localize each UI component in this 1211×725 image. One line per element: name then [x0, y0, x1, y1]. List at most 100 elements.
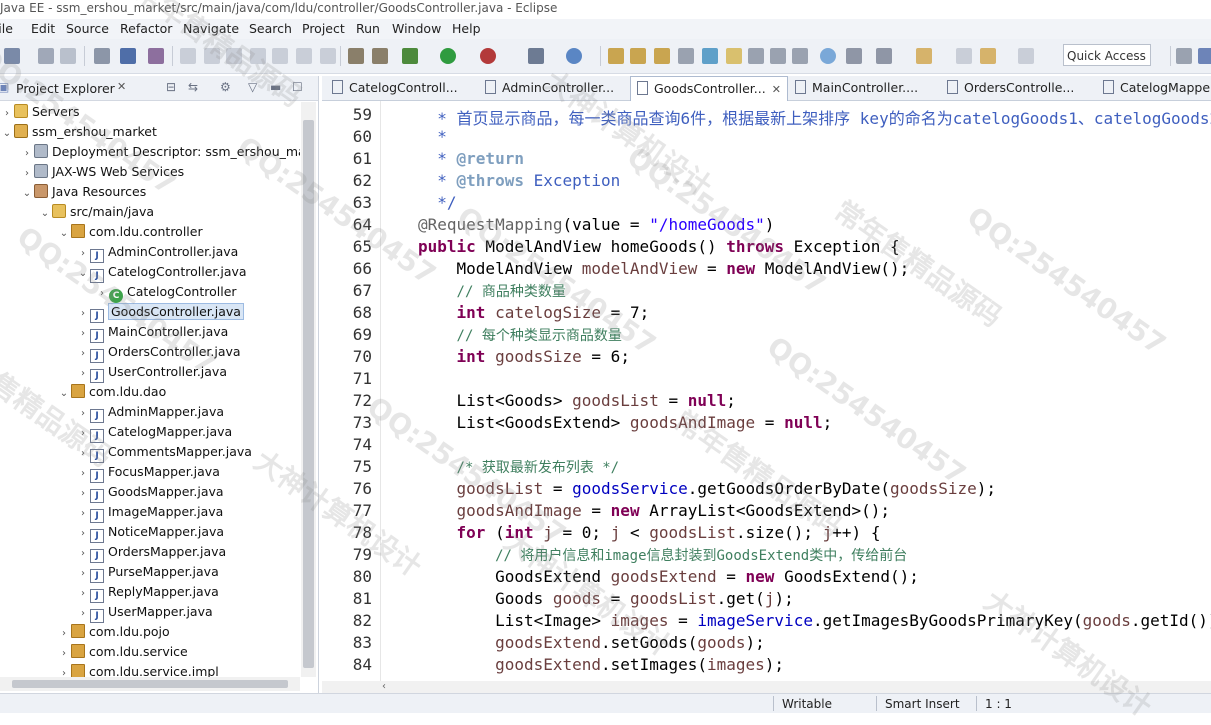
code-line[interactable]: * @throws Exception: [418, 171, 620, 190]
chevron-right-icon[interactable]: ›: [76, 244, 90, 264]
chevron-right-icon[interactable]: ›: [57, 644, 71, 664]
menu-source[interactable]: Source: [66, 21, 109, 36]
drop-to-frame-icon[interactable]: [372, 48, 388, 64]
step-into-icon[interactable]: [272, 48, 288, 64]
forward-icon[interactable]: [1018, 48, 1034, 64]
save-icon[interactable]: [38, 48, 54, 64]
chevron-right-icon[interactable]: ›: [0, 104, 14, 124]
chevron-down-icon[interactable]: ⌄: [0, 124, 14, 144]
tree-item-imagemapper[interactable]: › J ImageMapper.java: [76, 502, 223, 524]
tree-item-catelogmapper[interactable]: › J CatelogMapper.java: [76, 422, 232, 444]
tab-maincontroller[interactable]: MainController....: [789, 76, 941, 100]
tree-item-goodsmapper[interactable]: › J GoodsMapper.java: [76, 482, 224, 504]
code-line[interactable]: goodsAndImage = new ArrayList<GoodsExten…: [418, 501, 891, 520]
menu-window[interactable]: Window: [392, 21, 441, 36]
code-line[interactable]: goodsExtend.setGoods(goods);: [418, 633, 765, 652]
tree-item-project[interactable]: ⌄ ssm_ershou_market: [0, 122, 157, 142]
code-line[interactable]: ModelAndView modelAndView = new ModelAnd…: [418, 259, 910, 278]
tree-item-noticemapper[interactable]: › J NoticeMapper.java: [76, 522, 224, 544]
code-text-area[interactable]: 59 60 61 62 63 64 65 66 67 68 69 70 71 7…: [322, 101, 1211, 681]
chevron-right-icon[interactable]: ›: [76, 344, 90, 364]
tree-item-replymapper[interactable]: › J ReplyMapper.java: [76, 582, 219, 604]
close-icon[interactable]: ✕: [117, 80, 126, 93]
menu-file[interactable]: File: [0, 21, 13, 36]
chevron-down-icon[interactable]: ⌄: [57, 384, 71, 404]
chevron-right-icon[interactable]: ›: [76, 484, 90, 504]
block-selection-icon[interactable]: [726, 48, 742, 64]
use-step-filters-icon[interactable]: [348, 48, 364, 64]
chevron-down-icon[interactable]: ⌄: [57, 224, 71, 244]
close-tab-icon[interactable]: ✕: [772, 83, 781, 96]
code-line[interactable]: Goods goods = goodsList.get(j);: [418, 589, 794, 608]
run-icon[interactable]: [440, 48, 456, 64]
tree-item-package-service-impl[interactable]: › com.ldu.service.impl: [57, 662, 219, 677]
chevron-right-icon[interactable]: ›: [20, 164, 34, 184]
menu-project[interactable]: Project: [302, 21, 345, 36]
back-history-icon[interactable]: [980, 48, 996, 64]
last-edit-icon[interactable]: [916, 48, 932, 64]
chevron-right-icon[interactable]: ›: [76, 424, 90, 444]
chevron-down-icon[interactable]: ⌄: [20, 184, 34, 204]
menu-navigate[interactable]: Navigate: [183, 21, 239, 36]
next-annotation-icon[interactable]: [846, 48, 862, 64]
tree-item-java-resources[interactable]: ⌄ Java Resources: [20, 182, 146, 202]
back-icon[interactable]: [956, 48, 972, 64]
code-line[interactable]: GoodsExtend goodsExtend = new GoodsExten…: [418, 567, 919, 586]
code-line[interactable]: @RequestMapping(value = "/homeGoods"): [418, 215, 774, 234]
view-menu-icon[interactable]: ▽: [248, 80, 257, 94]
tree-item-commentsmapper[interactable]: › J CommentsMapper.java: [76, 442, 252, 463]
chevron-right-icon[interactable]: ›: [76, 544, 90, 564]
scroll-left-icon[interactable]: ‹: [382, 681, 386, 692]
search-icon[interactable]: [654, 48, 670, 64]
code-line[interactable]: * @return: [418, 149, 524, 168]
java-ee-perspective-icon[interactable]: [1198, 48, 1211, 64]
link-with-editor-icon[interactable]: ⇆: [188, 80, 198, 94]
word-wrap-icon[interactable]: [770, 48, 786, 64]
tree-item-package-service[interactable]: › com.ldu.service: [57, 642, 188, 662]
terminal-icon[interactable]: [120, 48, 136, 64]
chevron-right-icon[interactable]: ›: [57, 624, 71, 644]
chevron-right-icon[interactable]: ›: [76, 504, 90, 524]
show-whitespace-icon[interactable]: [748, 48, 764, 64]
step-over-icon[interactable]: [296, 48, 312, 64]
tree-item-admincontroller[interactable]: › J AdminController.java: [76, 242, 238, 264]
chevron-right-icon[interactable]: ›: [20, 144, 34, 164]
step-return-icon[interactable]: [320, 48, 336, 64]
code-line[interactable]: int catelogSize = 7;: [418, 303, 650, 322]
collapse-all-icon[interactable]: ⊟: [166, 80, 176, 94]
skip-breakpoints-icon[interactable]: [148, 48, 164, 64]
open-type-icon[interactable]: [608, 48, 624, 64]
code-line[interactable]: goodsExtend.setImages(images);: [418, 655, 784, 674]
external-tools-icon[interactable]: [480, 48, 496, 64]
chevron-right-icon[interactable]: ›: [76, 604, 90, 624]
tree-horizontal-scroll-thumb[interactable]: [12, 680, 288, 688]
code-line[interactable]: goodsList = goodsService.getGoodsOrderBy…: [418, 479, 996, 498]
maximize-icon[interactable]: ☐: [292, 80, 303, 94]
tree-item-maincontroller[interactable]: › J MainController.java: [76, 322, 228, 343]
chevron-down-icon[interactable]: ⌄: [38, 204, 52, 224]
tree-item-usercontroller[interactable]: › J UserController.java: [76, 362, 227, 383]
code-line[interactable]: // 将用户信息和image信息封装到GoodsExtend类中，传给前台: [418, 545, 907, 565]
minimize-icon[interactable]: ▬: [270, 80, 281, 94]
chevron-right-icon[interactable]: ›: [76, 404, 90, 424]
tree-item-goodscontroller[interactable]: › J GoodsController.java: [76, 302, 244, 323]
new-java-project-icon[interactable]: [528, 48, 544, 64]
chevron-right-icon[interactable]: ›: [76, 564, 90, 584]
chevron-right-icon[interactable]: ›: [76, 524, 90, 544]
tree-item-adminmapper[interactable]: › J AdminMapper.java: [76, 402, 224, 424]
new-class-icon[interactable]: [566, 48, 582, 64]
code-line[interactable]: */: [418, 193, 456, 212]
save-all-icon[interactable]: [60, 48, 76, 64]
code-line[interactable]: public ModelAndView homeGoods() throws E…: [418, 237, 900, 256]
code-line[interactable]: List<Image> images = imageService.getIma…: [418, 611, 1211, 630]
tab-catelogcontroller[interactable]: CatelogControll...: [326, 76, 476, 100]
chevron-right-icon[interactable]: ›: [57, 664, 71, 677]
open-task-icon[interactable]: [630, 48, 646, 64]
prev-annotation-icon[interactable]: [876, 48, 892, 64]
code-line[interactable]: // 商品种类数量: [418, 281, 566, 301]
tree-item-servers[interactable]: › Servers: [0, 102, 80, 122]
tree-item-usermapper[interactable]: › J UserMapper.java: [76, 602, 213, 624]
chevron-right-icon[interactable]: ›: [76, 584, 90, 604]
tree-item-package-controller[interactable]: ⌄ com.ldu.controller: [57, 222, 203, 242]
code-line[interactable]: *: [418, 127, 447, 146]
